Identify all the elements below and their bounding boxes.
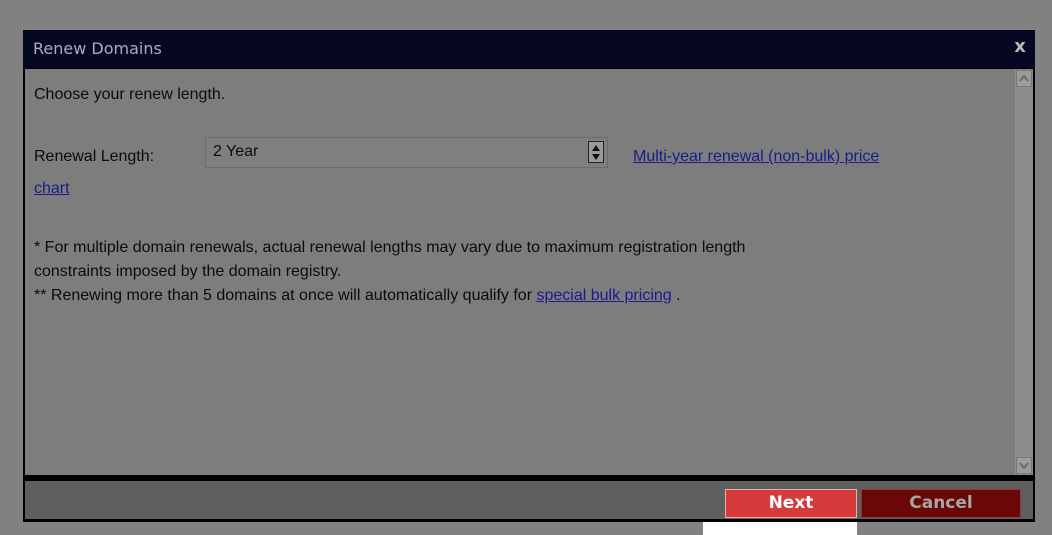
note-registry-line-2: constraints imposed by the domain regist…	[34, 263, 342, 280]
renewal-length-value: 2 Year	[213, 143, 259, 160]
note-registry-line-1: * For multiple domain renewals, actual r…	[34, 239, 746, 256]
content-scrollbar[interactable]	[1015, 69, 1033, 475]
renewal-length-select[interactable]: 2 Year	[205, 137, 608, 168]
close-icon[interactable]: x	[1011, 37, 1029, 57]
note-bulk-suffix: .	[676, 287, 681, 304]
dialog-footer: Next Cancel	[25, 481, 1033, 519]
renewal-length-label: Renewal Length:	[34, 148, 155, 165]
dialog-title: Renew Domains	[33, 39, 162, 58]
note-bulk-prefix: ** Renewing more than 5 domains at once …	[34, 287, 533, 304]
select-arrows-icon	[588, 141, 604, 163]
cancel-button[interactable]: Cancel	[861, 489, 1021, 518]
dialog-content: Choose your renew length. Renewal Length…	[25, 69, 1015, 475]
price-chart-link-continued[interactable]: chart	[34, 180, 70, 198]
price-chart-link[interactable]: Multi-year renewal (non-bulk) price	[633, 148, 879, 166]
note-bulk-pricing: ** Renewing more than 5 domains at once …	[34, 287, 681, 305]
scroll-down-icon[interactable]	[1016, 457, 1032, 474]
intro-text: Choose your renew length.	[34, 86, 226, 103]
dialog-title-bar: Renew Domains x	[23, 30, 1035, 68]
renew-domains-dialog: Renew Domains x Choose your renew length…	[23, 30, 1035, 522]
next-button[interactable]: Next	[725, 489, 857, 518]
scroll-up-icon[interactable]	[1016, 70, 1032, 87]
bulk-pricing-link[interactable]: special bulk pricing	[536, 287, 671, 304]
